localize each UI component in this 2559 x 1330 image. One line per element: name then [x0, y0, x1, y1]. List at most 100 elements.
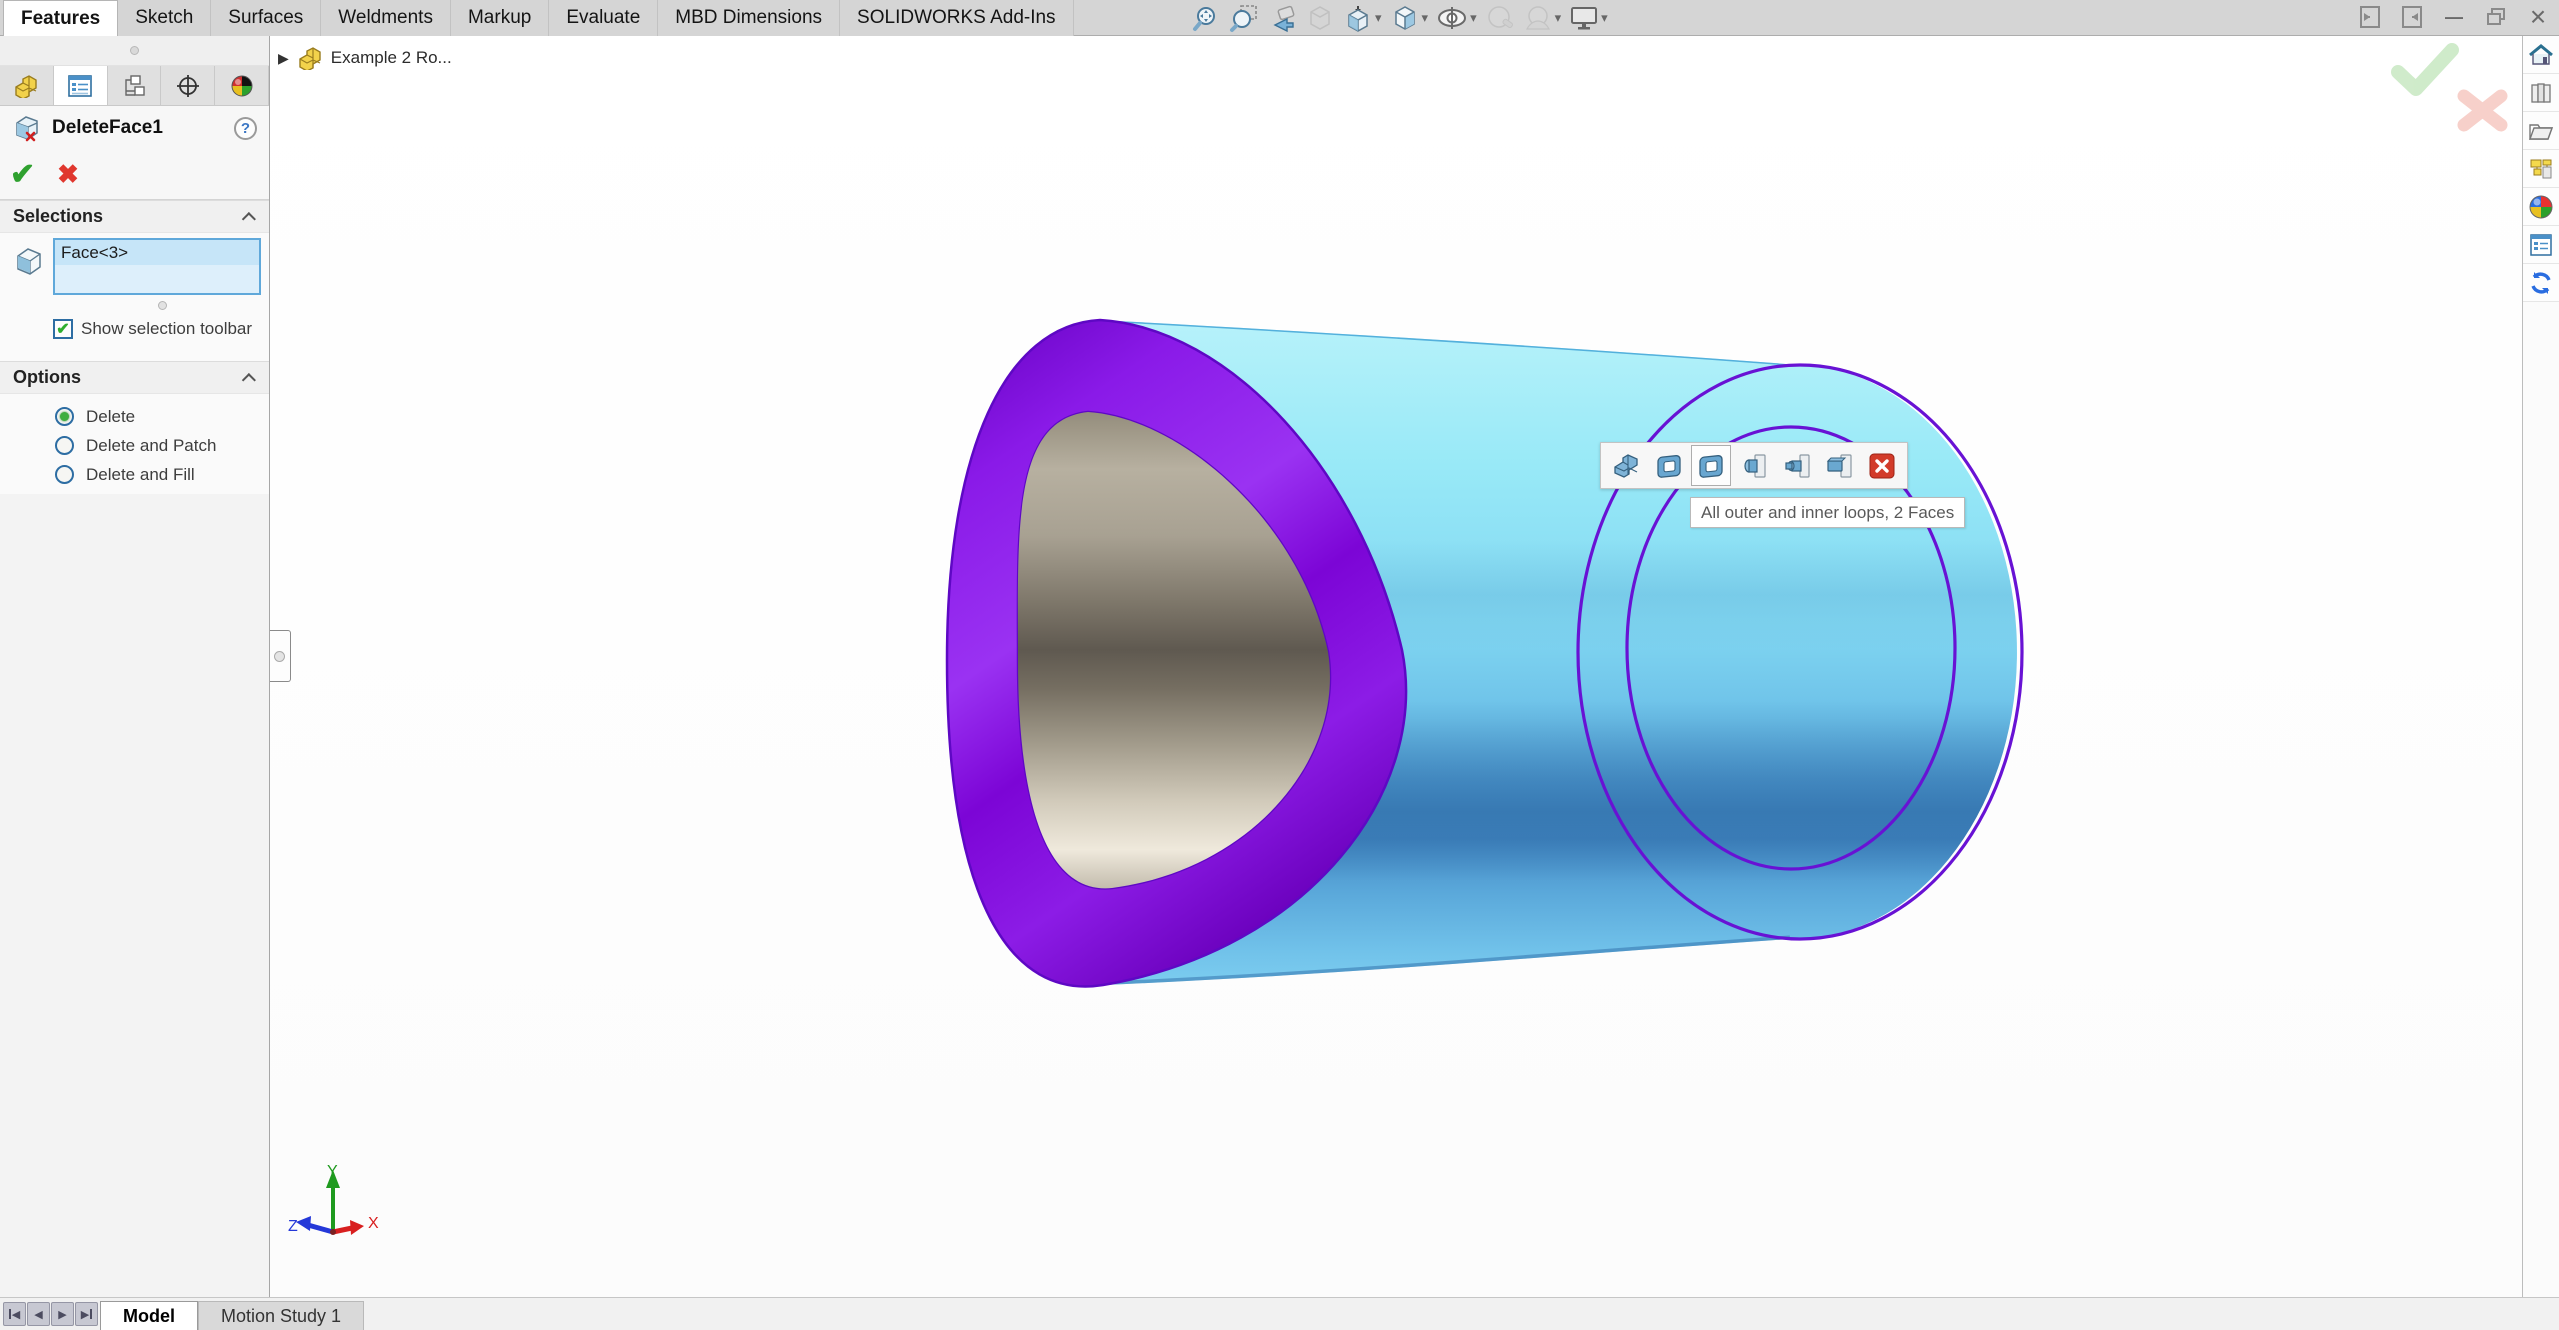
- propertymanager-tab[interactable]: [53, 66, 108, 105]
- select-block-boss-faces-button[interactable]: [1819, 445, 1859, 486]
- tab-solidworks-addins[interactable]: SOLIDWORKS Add-Ins: [840, 0, 1074, 36]
- apply-scene-icon[interactable]: ▾: [1522, 2, 1563, 34]
- options-section-header[interactable]: Options: [0, 361, 269, 394]
- flyout-feature-tree: ▶ Example 2 Ro...: [278, 46, 452, 70]
- confirmation-corner[interactable]: [2391, 43, 2508, 132]
- solidworks-sync-button[interactable]: [2523, 264, 2559, 302]
- tab-surfaces[interactable]: Surfaces: [211, 0, 322, 36]
- dimxpertmanager-tab[interactable]: [161, 66, 216, 105]
- custom-properties-button[interactable]: [2523, 226, 2559, 264]
- splitter-dot-icon: [274, 650, 285, 662]
- close-button[interactable]: ×: [2525, 1, 2551, 32]
- cancel-button[interactable]: ✖: [57, 159, 79, 190]
- delete-and-patch-radio[interactable]: [55, 436, 74, 455]
- graphics-viewport[interactable]: Y Z X ▶ Example 2 Ro... All outer and in…: [270, 36, 2522, 1297]
- grip-dot-icon: [130, 46, 139, 55]
- panel-splitter-handle[interactable]: [270, 630, 291, 682]
- show-selection-toolbar-checkbox[interactable]: ✔: [53, 319, 73, 339]
- feature-title-row: DeleteFace1 ?: [0, 106, 269, 150]
- expand-tree-arrow[interactable]: ▶: [278, 50, 289, 67]
- view-settings-icon[interactable]: ▾: [1568, 2, 1609, 34]
- manager-panel-tabs: [0, 66, 269, 106]
- select-boss-faces-button[interactable]: [1734, 445, 1774, 486]
- zoom-to-fit-icon[interactable]: [1190, 2, 1222, 34]
- delete-radio[interactable]: [55, 407, 74, 426]
- previous-tab-button[interactable]: ◀: [27, 1302, 50, 1326]
- triad-z-label: Z: [288, 1218, 298, 1235]
- collapse-right-pane-button[interactable]: [2399, 4, 2425, 30]
- configuration-icon: [125, 74, 145, 96]
- select-all-loops-button[interactable]: [1691, 445, 1732, 486]
- view-palette-button[interactable]: [2523, 150, 2559, 188]
- display-style-icon[interactable]: ▾: [1389, 2, 1430, 34]
- motion-study-1-tab[interactable]: Motion Study 1: [198, 1301, 365, 1330]
- hide-show-caret[interactable]: ▾: [1470, 10, 1477, 26]
- select-feature-button[interactable]: [1606, 445, 1646, 486]
- minimize-button[interactable]: —: [2441, 4, 2467, 30]
- tab-sketch[interactable]: Sketch: [118, 0, 212, 36]
- selections-section-header[interactable]: Selections: [0, 200, 269, 233]
- selection-listbox[interactable]: Face<3>: [53, 238, 261, 295]
- custom-properties-icon: [2530, 233, 2552, 256]
- zoom-to-area-icon[interactable]: [1228, 2, 1260, 34]
- radio-row-delete: Delete: [0, 402, 269, 431]
- selection-context-toolbar: [1600, 442, 1908, 489]
- selection-item-face3[interactable]: Face<3>: [55, 240, 259, 265]
- appearances-scenes-button[interactable]: [2523, 188, 2559, 226]
- home-icon: [2529, 43, 2553, 65]
- view-orientation-caret[interactable]: ▾: [1375, 10, 1382, 26]
- radio-row-delete-fill: Delete and Fill: [0, 460, 269, 489]
- solidworks-window: Features Sketch Surfaces Weldments Marku…: [0, 0, 2559, 1330]
- tab-markup[interactable]: Markup: [450, 0, 550, 36]
- delete-face-icon: [16, 116, 38, 142]
- window-controls: — ×: [2357, 1, 2551, 32]
- triad-x-label: X: [368, 1215, 379, 1232]
- sync-arrows-icon: [2531, 271, 2551, 294]
- collapse-left-pane-button[interactable]: [2357, 4, 2383, 30]
- face-select-icon: [17, 248, 41, 275]
- select-outer-loop-button[interactable]: [1649, 445, 1689, 486]
- tab-mbd-dimensions[interactable]: MBD Dimensions: [658, 0, 841, 36]
- restore-button[interactable]: [2483, 4, 2509, 30]
- listbox-resize-handle[interactable]: [158, 301, 167, 310]
- tab-evaluate[interactable]: Evaluate: [549, 0, 659, 36]
- tab-weldments[interactable]: Weldments: [321, 0, 451, 36]
- appearances-sphere-icon: [2529, 195, 2553, 218]
- delete-and-fill-radio-label: Delete and Fill: [86, 464, 195, 484]
- selection-tooltip: All outer and inner loops, 2 Faces: [1690, 497, 1966, 528]
- apply-scene-caret[interactable]: ▾: [1555, 10, 1562, 26]
- reference-triad: Y Z X: [288, 1163, 379, 1235]
- task-pane-strip: [2522, 36, 2559, 1297]
- section-view-icon[interactable]: [1304, 2, 1336, 34]
- view-orientation-icon[interactable]: ▾: [1342, 2, 1383, 34]
- heads-up-view-toolbar: ▾ ▾ ▾ ▾ ▾: [1190, 2, 1609, 34]
- select-stepped-boss-faces-button[interactable]: [1777, 445, 1817, 486]
- display-sphere-icon: [231, 75, 253, 96]
- next-tab-button[interactable]: ▶: [51, 1302, 74, 1326]
- previous-view-icon[interactable]: [1266, 2, 1298, 34]
- edit-appearance-icon[interactable]: [1484, 2, 1516, 34]
- close-selection-toolbar-button[interactable]: [1862, 445, 1902, 486]
- model-tab[interactable]: Model: [100, 1301, 198, 1330]
- solidworks-resources-home-button[interactable]: [2523, 36, 2559, 74]
- featuremanager-tree-tab[interactable]: [0, 66, 54, 105]
- displaymanager-tab[interactable]: [215, 66, 269, 105]
- model-3d-view[interactable]: Y Z X: [270, 36, 2522, 1297]
- options-section-body: Delete Delete and Patch Delete and Fill: [0, 394, 269, 494]
- configurationmanager-tab[interactable]: [107, 66, 162, 105]
- tab-features[interactable]: Features: [3, 0, 119, 36]
- display-style-caret[interactable]: ▾: [1422, 10, 1429, 26]
- first-tab-button[interactable]: ◀: [3, 1302, 26, 1326]
- ok-cancel-row: ✔ ✖: [0, 150, 269, 200]
- selections-section-body: Face<3> ✔ Show selection toolbar: [0, 233, 269, 361]
- view-settings-caret[interactable]: ▾: [1601, 10, 1608, 26]
- panel-grip[interactable]: [0, 36, 269, 66]
- part-document-name[interactable]: Example 2 Ro...: [331, 48, 452, 68]
- help-button[interactable]: ?: [234, 116, 257, 140]
- delete-and-fill-radio[interactable]: [55, 465, 74, 484]
- hide-show-items-icon[interactable]: ▾: [1435, 2, 1478, 34]
- design-library-button[interactable]: [2523, 74, 2559, 112]
- file-explorer-button[interactable]: [2523, 112, 2559, 150]
- ok-button[interactable]: ✔: [10, 157, 35, 192]
- last-tab-button[interactable]: ▶: [75, 1302, 98, 1326]
